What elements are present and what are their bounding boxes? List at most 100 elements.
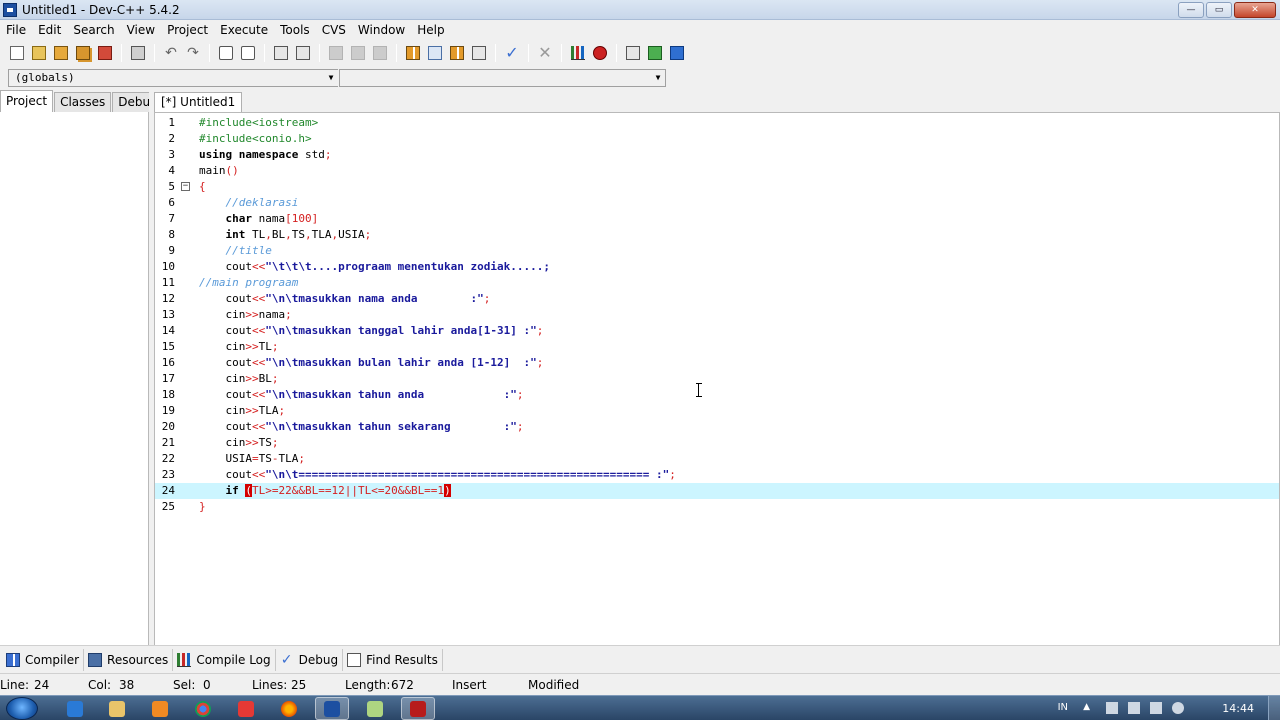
find-button[interactable] xyxy=(215,42,237,64)
network-icon[interactable] xyxy=(1106,702,1118,714)
menu-cvs[interactable]: CVS xyxy=(316,20,352,40)
code-text[interactable]: //deklarasi xyxy=(199,195,299,211)
menu-file[interactable]: File xyxy=(0,20,32,40)
replace-button[interactable] xyxy=(237,42,259,64)
line-number[interactable]: 3 xyxy=(155,147,175,163)
line-number[interactable]: 12 xyxy=(155,291,175,307)
member-combo[interactable]: ▼ xyxy=(339,69,666,87)
profile-button[interactable] xyxy=(567,42,589,64)
code-text[interactable]: cin>>nama; xyxy=(199,307,291,323)
tab-find-results[interactable]: Find Results xyxy=(343,648,443,671)
code-line[interactable]: 23 cout<<"\n\t==========================… xyxy=(155,467,1279,483)
code-line[interactable]: 6 //deklarasi xyxy=(155,195,1279,211)
battery-icon[interactable] xyxy=(1128,702,1140,714)
code-text[interactable]: cin>>BL; xyxy=(199,371,278,387)
code-text[interactable]: int TL,BL,TS,TLA,USIA; xyxy=(199,227,372,243)
tab-untitled1[interactable]: [*] Untitled1 xyxy=(154,92,243,112)
taskbar-firefox[interactable] xyxy=(272,697,306,720)
devcpp-app-icon[interactable] xyxy=(3,3,17,17)
code-line[interactable]: 20 cout<<"\n\tmasukkan tahun sekarang :"… xyxy=(155,419,1279,435)
line-number[interactable]: 10 xyxy=(155,259,175,275)
menu-view[interactable]: View xyxy=(121,20,161,40)
show-desktop-button[interactable] xyxy=(1268,696,1280,720)
goto-bookmark-button[interactable] xyxy=(347,42,369,64)
line-number[interactable]: 20 xyxy=(155,419,175,435)
code-text[interactable]: char nama[100] xyxy=(199,211,319,227)
code-line[interactable]: 1 #include<iostream> xyxy=(155,115,1279,131)
chevron-down-icon[interactable]: ▼ xyxy=(324,70,338,86)
tab-compiler[interactable]: Compiler xyxy=(2,648,85,671)
goto-line-button[interactable] xyxy=(369,42,391,64)
code-text[interactable]: cout<<"\n\tmasukkan nama anda :"; xyxy=(199,291,490,307)
unindent-button[interactable] xyxy=(292,42,314,64)
line-number[interactable]: 22 xyxy=(155,451,175,467)
code-text[interactable]: cout<<"\n\tmasukkan tahun sekarang :"; xyxy=(199,419,523,435)
code-line[interactable]: 15 cin>>TL; xyxy=(155,339,1279,355)
code-line[interactable]: 9 //title xyxy=(155,243,1279,259)
input-language[interactable]: IN xyxy=(1058,702,1068,713)
taskbar-explorer[interactable] xyxy=(100,697,134,720)
tray-expand-icon[interactable]: ▲ xyxy=(1083,702,1090,712)
save-all-button[interactable] xyxy=(72,42,94,64)
line-number[interactable]: 23 xyxy=(155,467,175,483)
line-number[interactable]: 17 xyxy=(155,371,175,387)
menu-execute[interactable]: Execute xyxy=(214,20,274,40)
open-file-button[interactable] xyxy=(28,42,50,64)
code-line[interactable]: 14 cout<<"\n\tmasukkan tanggal lahir and… xyxy=(155,323,1279,339)
line-number[interactable]: 5 xyxy=(155,179,175,195)
taskbar-ie[interactable] xyxy=(58,697,92,720)
code-line[interactable]: 2 #include<conio.h> xyxy=(155,131,1279,147)
line-number[interactable]: 25 xyxy=(155,499,175,515)
open-project-button[interactable] xyxy=(424,42,446,64)
taskbar-media[interactable] xyxy=(143,697,177,720)
remove-file-button[interactable] xyxy=(644,42,666,64)
code-text[interactable]: using namespace std; xyxy=(199,147,331,163)
code-text[interactable]: //title xyxy=(199,243,272,259)
menu-search[interactable]: Search xyxy=(67,20,120,40)
taskbar-chrome[interactable] xyxy=(186,697,220,720)
tab-project[interactable]: Project xyxy=(0,90,54,112)
project-options-button[interactable] xyxy=(446,42,468,64)
close-button[interactable]: ✕ xyxy=(1234,2,1276,18)
close-file-button[interactable] xyxy=(94,42,116,64)
line-number[interactable]: 1 xyxy=(155,115,175,131)
code-text[interactable]: USIA=TS-TLA; xyxy=(199,451,305,467)
taskbar-notes[interactable] xyxy=(358,697,392,720)
taskbar-devcpp[interactable] xyxy=(315,697,349,720)
fold-toggle-icon[interactable]: − xyxy=(181,182,190,191)
line-number[interactable]: 21 xyxy=(155,435,175,451)
chevron-down-icon[interactable]: ▼ xyxy=(651,70,665,86)
line-number[interactable]: 6 xyxy=(155,195,175,211)
add-file-button[interactable] xyxy=(622,42,644,64)
code-line[interactable]: 21 cin>>TS; xyxy=(155,435,1279,451)
code-line[interactable]: 24 if (TL>=22&&BL==12||TL<=20&&BL==1) xyxy=(155,483,1279,499)
code-text[interactable]: cin>>TL; xyxy=(199,339,278,355)
start-button[interactable] xyxy=(6,697,38,720)
code-text[interactable]: cout<<"\n\tmasukkan tahun anda :"; xyxy=(199,387,523,403)
code-text[interactable]: if (TL>=22&&BL==12||TL<=20&&BL==1) xyxy=(199,483,451,499)
line-number[interactable]: 14 xyxy=(155,323,175,339)
help-button[interactable] xyxy=(666,42,688,64)
line-number[interactable]: 18 xyxy=(155,387,175,403)
tab-classes[interactable]: Classes xyxy=(54,92,112,112)
stop-button[interactable]: ✕ xyxy=(534,42,556,64)
code-line[interactable]: 17 cin>>BL; xyxy=(155,371,1279,387)
tab-compile-log[interactable]: Compile Log xyxy=(173,648,276,671)
line-number[interactable]: 7 xyxy=(155,211,175,227)
menu-help[interactable]: Help xyxy=(411,20,450,40)
code-line[interactable]: 3 using namespace std; xyxy=(155,147,1279,163)
compile-button[interactable]: ✓ xyxy=(501,42,523,64)
code-line[interactable]: 19 cin>>TLA; xyxy=(155,403,1279,419)
code-text[interactable]: #include<iostream> xyxy=(199,115,318,131)
code-text[interactable]: cout<<"\n\tmasukkan bulan lahir anda [1-… xyxy=(199,355,543,371)
taskbar-clock[interactable]: 14:44 xyxy=(1222,702,1254,715)
code-line[interactable]: 5−{ xyxy=(155,179,1279,195)
code-editor[interactable]: 1 #include<iostream> 2 #include<conio.h> 3 us… xyxy=(154,112,1280,645)
code-line[interactable]: 16 cout<<"\n\tmasukkan bulan lahir anda … xyxy=(155,355,1279,371)
code-line[interactable]: 12 cout<<"\n\tmasukkan nama anda :"; xyxy=(155,291,1279,307)
scope-combo[interactable]: (globals) ▼ xyxy=(8,69,338,87)
code-text[interactable]: { xyxy=(199,179,206,195)
code-text[interactable]: cout<<"\n\t=============================… xyxy=(199,467,675,483)
code-line[interactable]: 7 char nama[100] xyxy=(155,211,1279,227)
code-line[interactable]: 11 //main prograam xyxy=(155,275,1279,291)
